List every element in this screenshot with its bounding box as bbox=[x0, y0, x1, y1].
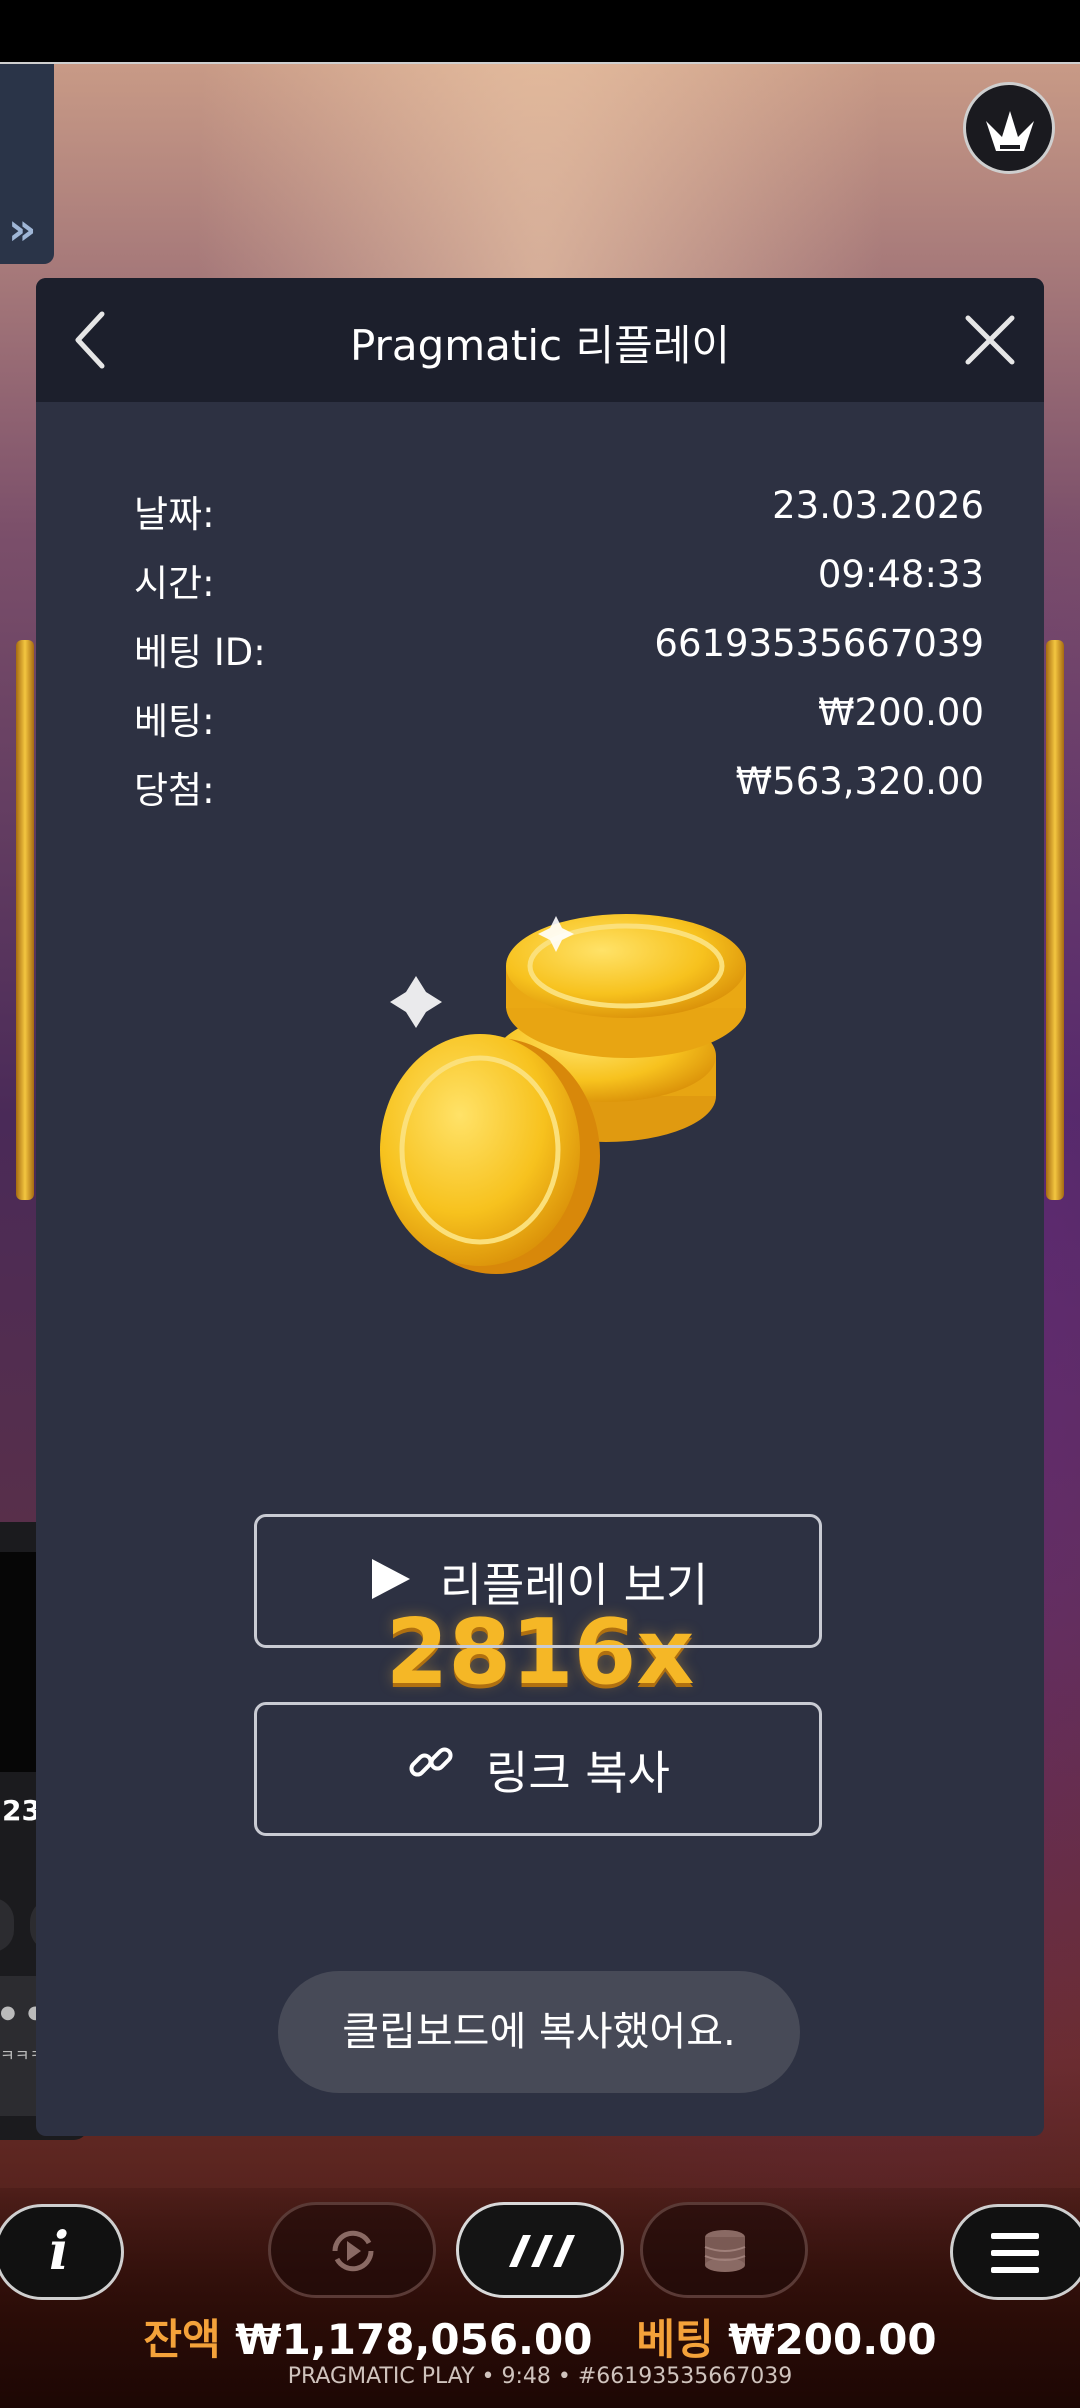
bet-label: 베팅: bbox=[134, 700, 215, 743]
modal-title: Pragmatic 리플레이 bbox=[349, 321, 731, 370]
info-row-date: 날짜: 23.03.2026 bbox=[134, 484, 984, 540]
info-row-bet: 베팅: ₩200.00 bbox=[134, 691, 984, 747]
preview-chip[interactable] bbox=[0, 1898, 14, 1952]
autoplay-icon bbox=[332, 2230, 374, 2272]
reel-frame-right bbox=[1046, 640, 1064, 1200]
toast-message: 클립보드에 복사했어요. bbox=[278, 1971, 800, 2093]
info-row-bet-id: 베팅 ID: 66193535667039 bbox=[134, 622, 984, 678]
pragmatic-logo-icon bbox=[986, 111, 1034, 151]
time-value: 09:48:33 bbox=[817, 553, 984, 596]
bet-amount-label: 베팅 bbox=[636, 2315, 714, 2364]
coins-stack-icon bbox=[704, 2230, 746, 2272]
menu-button[interactable] bbox=[950, 2204, 1080, 2300]
date-label: 날짜: bbox=[134, 493, 215, 536]
close-button[interactable] bbox=[958, 308, 1022, 372]
bet-amount-value: ₩200.00 bbox=[728, 2315, 937, 2364]
bet-id-label: 베팅 ID: bbox=[134, 631, 266, 674]
time-label: 시간: bbox=[134, 562, 215, 605]
copy-link-button[interactable]: 링크 복사 bbox=[254, 1702, 822, 1836]
bet-coins-button[interactable] bbox=[640, 2202, 808, 2298]
side-panel-toggle[interactable]: » bbox=[0, 64, 54, 264]
menu-icon bbox=[991, 2233, 1039, 2273]
bet-value: ₩200.00 bbox=[817, 691, 984, 734]
info-row-win: 당첨: ₩563,320.00 bbox=[134, 760, 984, 816]
win-label: 당첨: bbox=[134, 769, 215, 812]
reel-frame-left bbox=[16, 640, 34, 1200]
date-value: 23.03.2026 bbox=[772, 484, 984, 527]
win-value: ₩563,320.00 bbox=[735, 760, 984, 803]
copy-link-button-label: 링크 복사 bbox=[486, 1745, 670, 1800]
link-icon bbox=[406, 1709, 458, 1837]
balance-label: 잔액 bbox=[143, 2315, 221, 2364]
balance-value: ₩1,178,056.00 bbox=[235, 2315, 593, 2364]
gold-coins-icon bbox=[380, 914, 746, 1274]
spin-icon bbox=[509, 2235, 575, 2267]
bet-id-value: 66193535667039 bbox=[654, 622, 984, 665]
replay-button-label: 리플레이 보기 bbox=[439, 1557, 709, 1612]
footer-info: PRAGMATIC PLAY • 9:48 • #66193535667039 bbox=[287, 2364, 793, 2389]
pragmatic-logo-button[interactable] bbox=[963, 82, 1055, 174]
info-row-time: 시간: 09:48:33 bbox=[134, 553, 984, 609]
status-bar bbox=[0, 0, 1080, 62]
spin-button[interactable] bbox=[456, 2202, 624, 2298]
info-button[interactable]: i bbox=[0, 2204, 124, 2300]
play-icon bbox=[368, 1521, 412, 1649]
double-chevron-icon: » bbox=[8, 204, 37, 255]
replay-button[interactable]: 리플레이 보기 bbox=[254, 1514, 822, 1648]
close-icon bbox=[965, 315, 1015, 365]
replay-modal: Pragmatic 리플레이 날짜: 23.03.2026 시간: 09:48:… bbox=[36, 278, 1044, 2136]
modal-header: Pragmatic 리플레이 bbox=[36, 278, 1044, 402]
autoplay-button[interactable] bbox=[268, 2202, 436, 2298]
balance-line: 잔액 ₩1,178,056.00 베팅 ₩200.00 bbox=[0, 2306, 1080, 2367]
